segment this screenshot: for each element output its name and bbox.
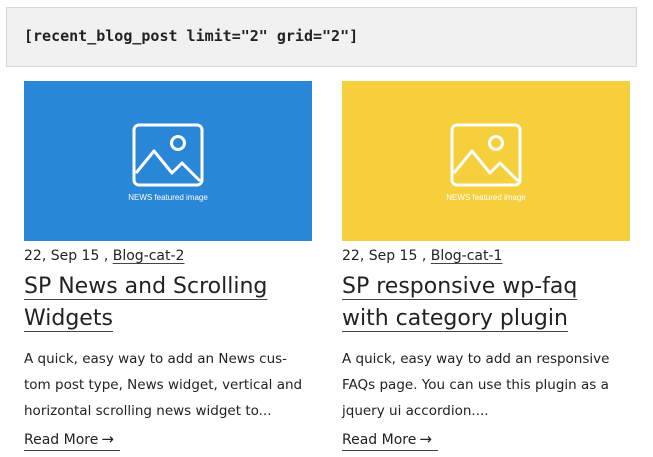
post-meta: 22, Sep 15 , Blog-cat-2: [24, 248, 184, 264]
post-date: 22, Sep 15 ,: [24, 248, 113, 264]
post-date: 22, Sep 15 ,: [342, 248, 431, 264]
post-title: SP News and Scrolling Widgets: [24, 271, 312, 335]
image-caption: NEWS featured image: [128, 193, 208, 202]
shortcode-box: [recent_blog_post limit="2" grid="2"]: [6, 7, 637, 67]
arrow-right-icon: →: [101, 430, 114, 448]
post-excerpt: A quick, easy way to add an News cus-tom…: [24, 351, 303, 419]
post-title: SP responsive wp-faq with category plugi…: [342, 271, 630, 335]
image-placeholder-icon: [450, 123, 522, 187]
shortcode-text: [recent_blog_post limit="2" grid="2"]: [24, 27, 359, 45]
arrow-right-icon: →: [419, 430, 432, 448]
post-title-link[interactable]: SP responsive wp-faq with category plugi…: [342, 274, 577, 331]
read-more-label: Read More: [342, 432, 417, 448]
post-excerpt: A quick, easy way to add an responsive F…: [342, 351, 610, 419]
post-category-link[interactable]: Blog-cat-2: [113, 248, 185, 264]
blog-post-card: NEWS featured image 22, Sep 15 , Blog-ca…: [24, 81, 312, 451]
blog-post-card: NEWS featured image 22, Sep 15 , Blog-ca…: [342, 81, 630, 451]
post-category-link[interactable]: Blog-cat-1: [431, 248, 503, 264]
post-meta: 22, Sep 15 , Blog-cat-1: [342, 248, 502, 264]
read-more-link[interactable]: Read More →: [342, 430, 438, 451]
post-title-link[interactable]: SP News and Scrolling Widgets: [24, 274, 267, 331]
read-more-link[interactable]: Read More →: [24, 430, 120, 451]
read-more-label: Read More: [24, 432, 99, 448]
featured-image[interactable]: NEWS featured image: [342, 81, 630, 241]
image-placeholder-icon: [132, 123, 204, 187]
featured-image[interactable]: NEWS featured image: [24, 81, 312, 241]
image-caption: NEWS featured image: [446, 193, 526, 202]
